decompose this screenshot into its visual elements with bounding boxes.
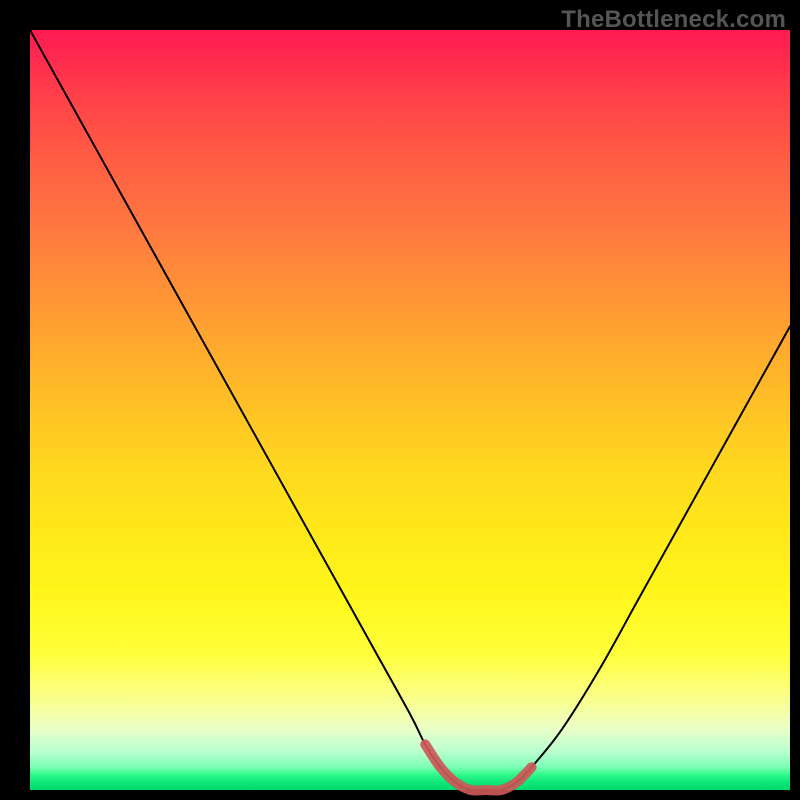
- watermark-text: TheBottleneck.com: [561, 6, 786, 34]
- optimal-range-marker: [425, 744, 531, 790]
- curve-svg: [30, 30, 790, 790]
- bottleneck-curve: [30, 30, 790, 791]
- chart-frame: TheBottleneck.com: [0, 0, 800, 800]
- plot-area: [30, 30, 790, 790]
